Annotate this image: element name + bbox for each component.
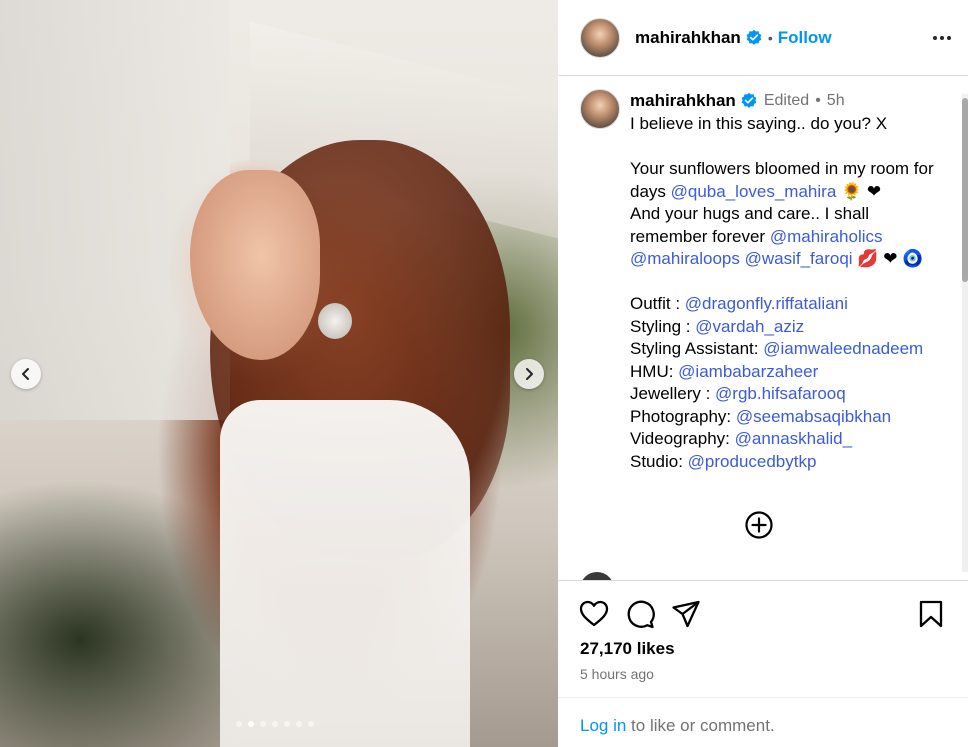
comment-avatar bbox=[580, 572, 614, 580]
credit-label: Jewellery : bbox=[630, 384, 716, 403]
credit-line: Styling : @vardah_aziz bbox=[630, 316, 950, 339]
mention-link[interactable]: @mahiraloops bbox=[630, 249, 740, 268]
credit-line: Styling Assistant: @iamwaleednadeem bbox=[630, 338, 950, 361]
credit-label: Styling Assistant: bbox=[630, 339, 764, 358]
mention-link[interactable]: @seemabsaqibkhan bbox=[736, 407, 891, 426]
slide-dot bbox=[296, 721, 302, 727]
caption-avatar[interactable] bbox=[580, 89, 620, 129]
credit-line: HMU: @iambabarzaheer bbox=[630, 361, 950, 384]
avatar[interactable] bbox=[580, 17, 620, 58]
credit-label: Studio: bbox=[630, 451, 688, 471]
slide-dot bbox=[272, 721, 278, 727]
scrollbar-thumb[interactable] bbox=[962, 98, 968, 282]
comments-area[interactable]: mahirahkhan Edited • 5h I believe in thi… bbox=[558, 77, 956, 579]
mention-link[interactable]: @dragonfly.riffataliani bbox=[685, 294, 848, 313]
comment-icon bbox=[627, 600, 655, 629]
post-timestamp[interactable]: 5 hours ago bbox=[580, 666, 654, 682]
follow-button[interactable]: Follow bbox=[778, 28, 832, 48]
caption: mahirahkhan Edited • 5h I believe in thi… bbox=[580, 89, 950, 473]
login-prompt: Log in to like or comment. bbox=[558, 697, 968, 747]
credit-label: Styling : bbox=[630, 316, 696, 336]
mention-link[interactable]: @wasif_faroqi bbox=[745, 249, 853, 268]
post-photo[interactable] bbox=[0, 0, 558, 747]
credit-line: Studio: @producedbytkp bbox=[630, 451, 950, 474]
post-panel: mahirahkhan • Follow mahirahkhan Edited bbox=[558, 0, 968, 747]
credit-label: Photography: bbox=[630, 406, 736, 426]
mention-link[interactable]: @quba_loves_mahira bbox=[671, 182, 837, 201]
previous-slide-button[interactable] bbox=[11, 359, 41, 389]
share-button[interactable] bbox=[671, 599, 701, 629]
caption-header: mahirahkhan Edited • 5h bbox=[630, 89, 950, 113]
credit-label: Outfit : bbox=[630, 294, 685, 313]
credit-line: Photography: @seemabsaqibkhan bbox=[630, 406, 950, 429]
like-count[interactable]: 27,170 likes bbox=[580, 639, 675, 659]
photo-earring bbox=[318, 303, 352, 339]
verified-badge-icon bbox=[741, 92, 757, 108]
caption-username[interactable]: mahirahkhan bbox=[630, 90, 736, 113]
header-username[interactable]: mahirahkhan bbox=[635, 28, 741, 48]
action-icons bbox=[579, 599, 701, 629]
caption-body: mahirahkhan Edited • 5h I believe in thi… bbox=[630, 89, 950, 473]
chevron-left-icon bbox=[22, 368, 29, 380]
save-button[interactable] bbox=[916, 599, 946, 629]
edited-label: Edited bbox=[763, 91, 810, 109]
next-comment-peek bbox=[580, 572, 940, 580]
slide-dot bbox=[284, 721, 290, 727]
photo-dress bbox=[220, 400, 470, 747]
credit-label: HMU: bbox=[630, 361, 679, 381]
slide-dot bbox=[260, 721, 266, 727]
header-separator: • bbox=[767, 29, 773, 46]
caption-line1: I believe in this saying.. do you? X bbox=[630, 114, 888, 133]
post-header: mahirahkhan • Follow bbox=[558, 0, 968, 76]
slide-dot bbox=[236, 721, 242, 727]
mention-link[interactable]: @vardah_aziz bbox=[695, 317, 804, 336]
caption-emoji: 🌻 ❤ bbox=[836, 181, 882, 201]
credit-label: Videography: bbox=[630, 429, 735, 448]
credit-line: Outfit : @dragonfly.riffataliani bbox=[630, 293, 950, 316]
mention-link[interactable]: @rgb.hifsafarooq bbox=[715, 384, 846, 403]
post-age: 5h bbox=[826, 91, 845, 109]
login-rest: to like or comment. bbox=[626, 716, 775, 735]
mention-link[interactable]: @iambabarzaheer bbox=[678, 362, 818, 381]
share-icon bbox=[672, 600, 700, 628]
slide-dot-active bbox=[248, 721, 254, 727]
like-button[interactable] bbox=[579, 599, 609, 629]
mention-link[interactable]: @mahiraholics bbox=[770, 227, 883, 246]
photo-wall bbox=[0, 0, 230, 420]
credit-line: Videography: @annaskhalid_ bbox=[630, 428, 950, 451]
more-icon[interactable] bbox=[932, 28, 952, 48]
caption-emoji: 💋 ❤ 🧿 bbox=[852, 249, 924, 268]
post-actions: 27,170 likes 5 hours ago Log in to like … bbox=[558, 580, 968, 747]
caption-paragraph-1: Your sunflowers bloomed in my room for d… bbox=[630, 158, 950, 203]
login-link[interactable]: Log in bbox=[580, 716, 626, 735]
credit-line: Jewellery : @rgb.hifsafarooq bbox=[630, 383, 950, 406]
add-comment-icon[interactable] bbox=[744, 510, 774, 540]
mention-link[interactable]: @iamwaleednadeem bbox=[763, 339, 923, 358]
login-text: Log in to like or comment. bbox=[580, 716, 775, 736]
next-slide-button[interactable] bbox=[514, 359, 544, 389]
verified-badge-icon bbox=[746, 29, 762, 45]
comment-button[interactable] bbox=[625, 599, 655, 629]
mention-link[interactable]: @producedbytkp bbox=[688, 452, 817, 471]
slide-indicator bbox=[236, 721, 314, 727]
slide-dot bbox=[308, 721, 314, 727]
chevron-right-icon bbox=[526, 368, 533, 380]
bookmark-icon bbox=[919, 600, 943, 628]
meta-separator: • bbox=[815, 91, 821, 109]
heart-icon bbox=[579, 600, 609, 627]
caption-paragraph-2: And your hugs and care.. I shall remembe… bbox=[630, 203, 950, 271]
mention-link[interactable]: @annaskhalid_ bbox=[735, 429, 852, 448]
